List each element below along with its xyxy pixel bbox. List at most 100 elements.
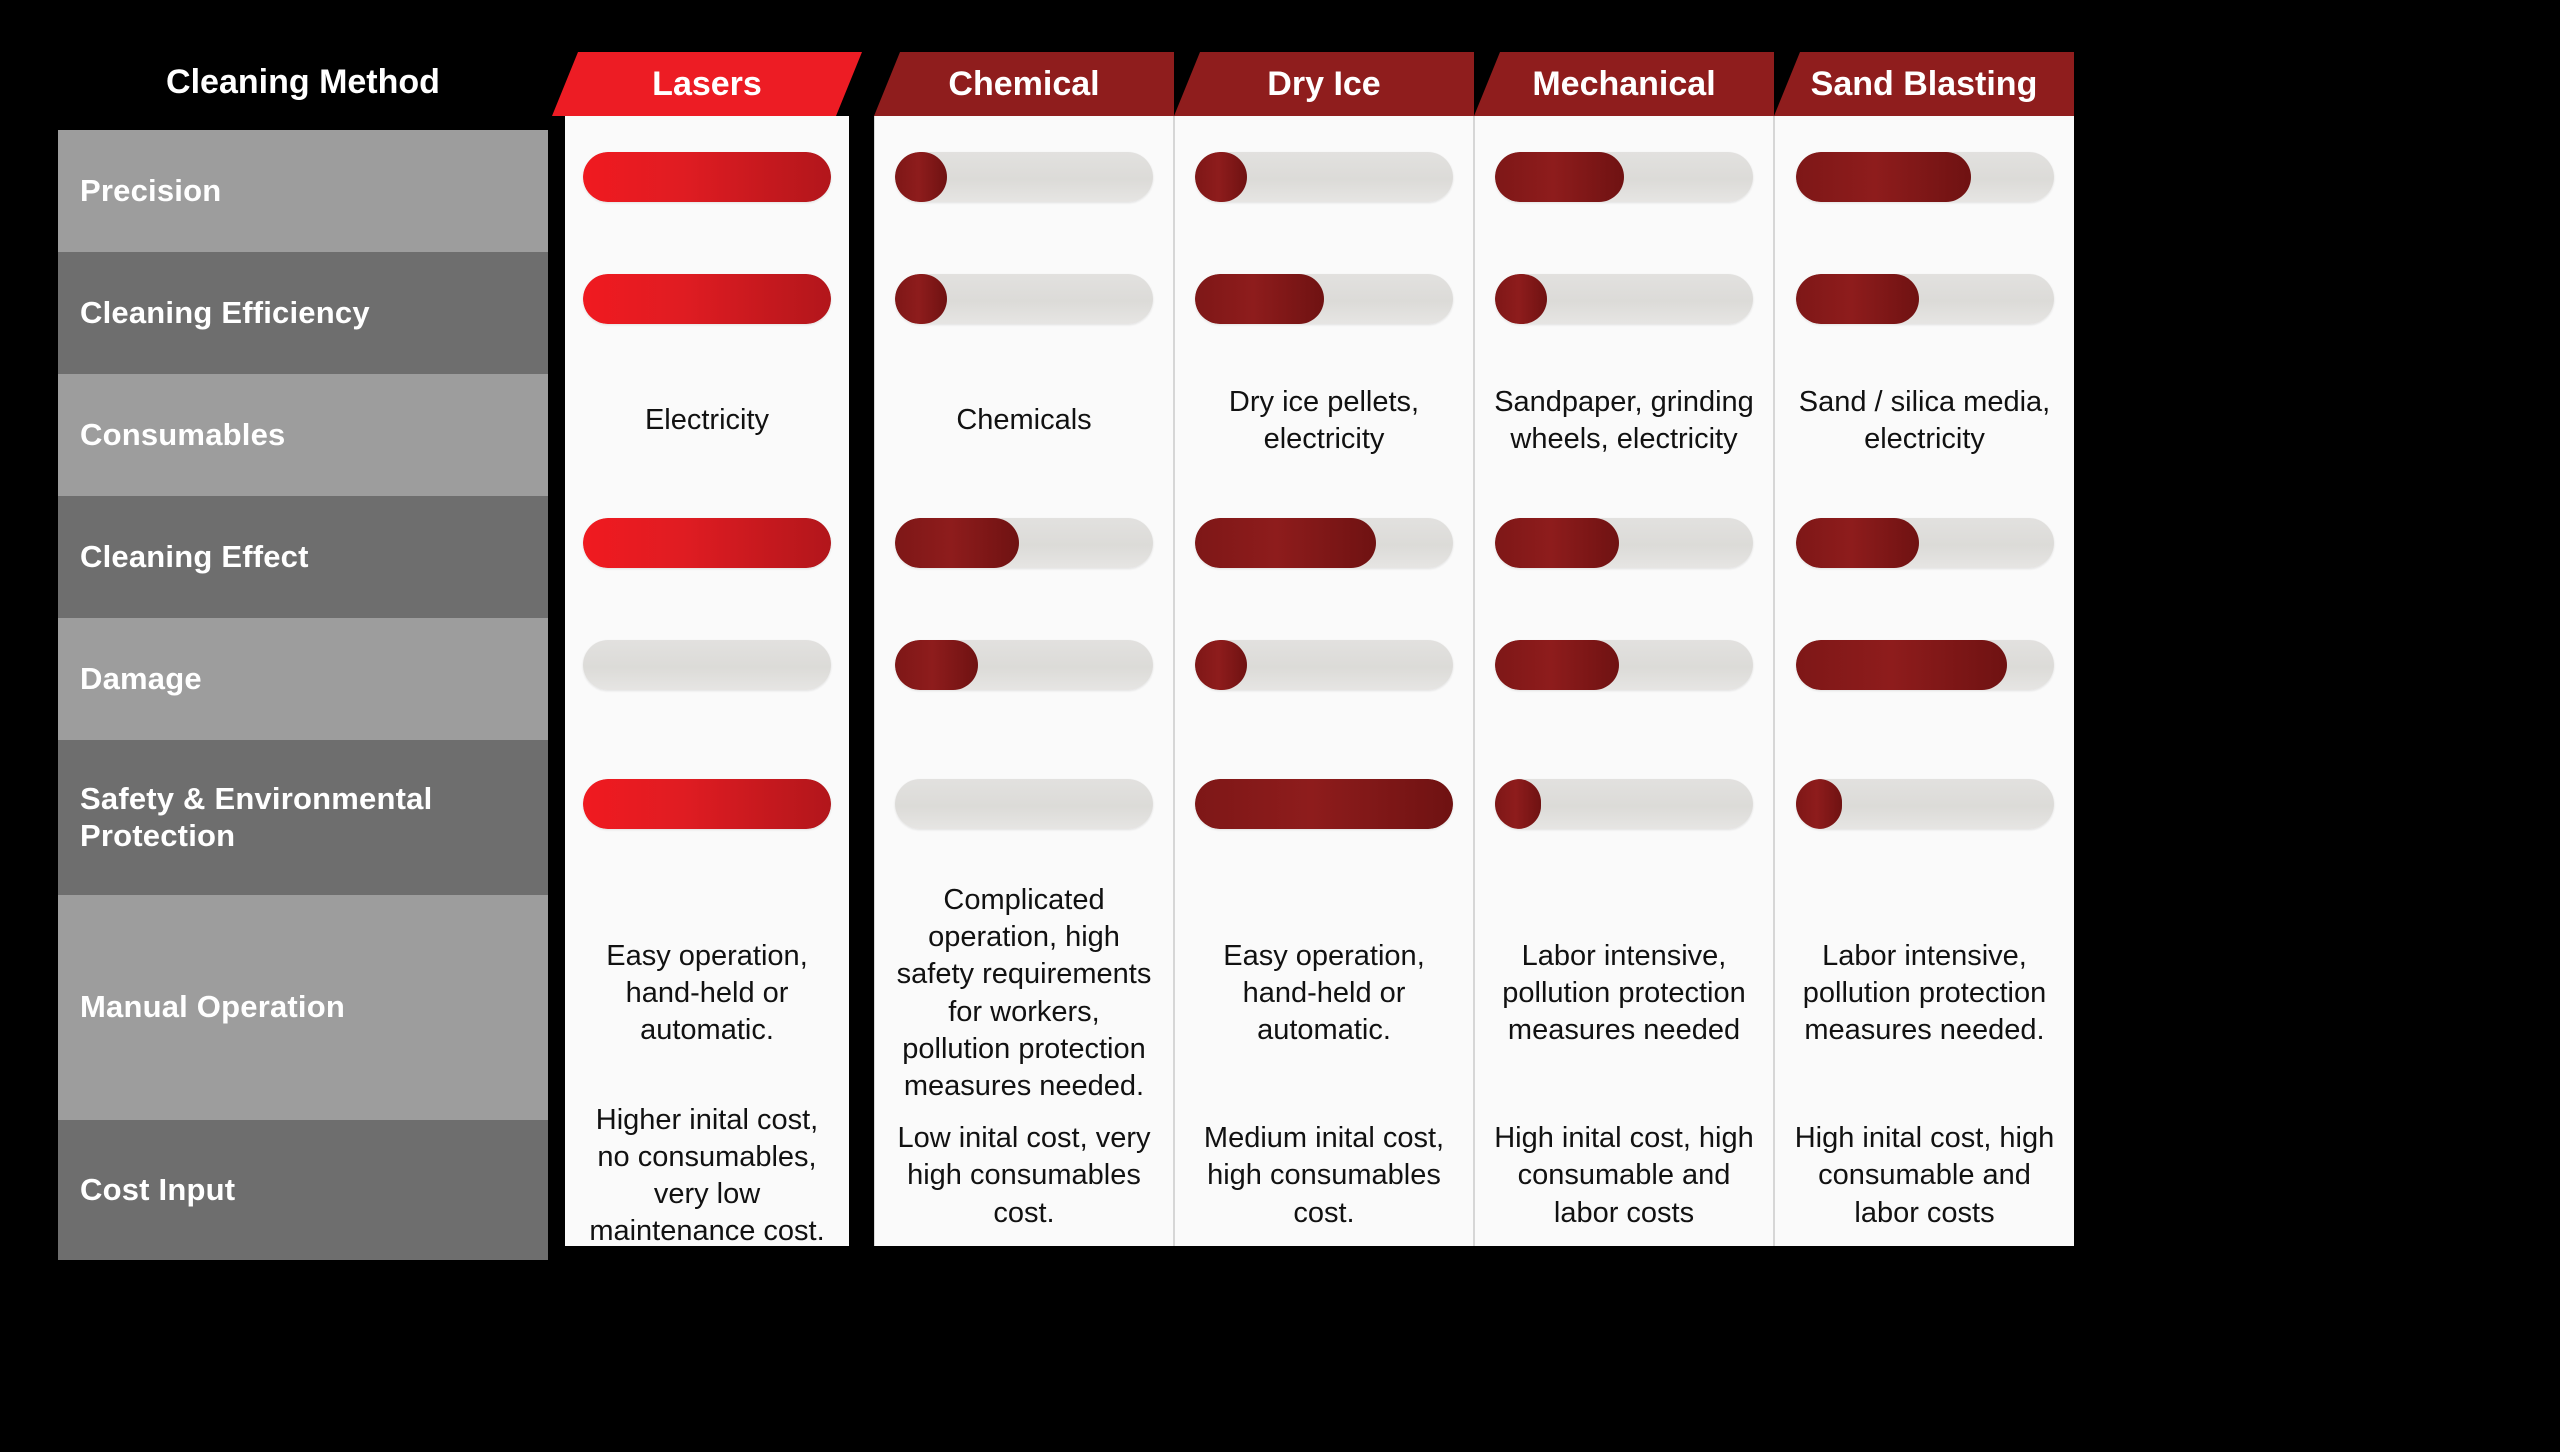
- rating-bar-fill: [583, 274, 831, 324]
- column-header-dry-ice[interactable]: Dry Ice: [1174, 52, 1474, 116]
- column-header-sand-blasting[interactable]: Sand Blasting: [1774, 52, 2074, 116]
- cell-damage-dry-ice: [1175, 604, 1473, 726]
- rating-bar-fill: [1495, 640, 1619, 690]
- cell-safety-environmental-protection-lasers: [565, 726, 849, 881]
- cell-cost-input-chemical: Low inital cost, very high consumables c…: [875, 1106, 1173, 1246]
- rating-bar: [583, 640, 831, 690]
- cell-manual-operation-dry-ice: Easy operation, hand-held or automatic.: [1175, 881, 1473, 1106]
- rating-bar-fill: [583, 152, 831, 202]
- rating-bar: [1495, 518, 1753, 568]
- cell-text: High inital cost, high consumable and la…: [1494, 1122, 1754, 1229]
- cell-consumables-lasers: Electricity: [565, 360, 849, 482]
- cell-text: Labor intensive, pollution protection me…: [1502, 939, 1746, 1047]
- rating-bar: [1195, 274, 1453, 324]
- cell-text: Electricity: [644, 404, 770, 437]
- cell-damage-mechanical: [1475, 604, 1773, 726]
- cell-cleaning-efficiency-chemical: [875, 238, 1173, 360]
- rating-bar-fill: [1195, 152, 1247, 202]
- rating-bar-fill: [895, 152, 947, 202]
- cell-cleaning-effect-dry-ice: [1175, 482, 1473, 604]
- cell-text: High inital cost, high consumable and la…: [1794, 1122, 2055, 1229]
- rating-bar-fill: [1795, 274, 1920, 324]
- rating-bar-fill: [583, 778, 831, 829]
- cell-consumables-dry-ice: Dry ice pellets, electricity: [1175, 360, 1473, 482]
- rating-bar-fill: [895, 518, 1019, 568]
- cell-manual-operation-lasers: Easy operation, hand-held or automatic.: [565, 881, 849, 1106]
- rating-bar-fill: [1795, 152, 1971, 202]
- column-body: Electricity Easy operation, hand-held or …: [565, 116, 849, 1247]
- rating-bar-fill: [1495, 152, 1624, 202]
- cell-cleaning-effect-chemical: [875, 482, 1173, 604]
- cell-manual-operation-sand-blasting: Labor intensive, pollution protection me…: [1775, 881, 2074, 1106]
- cell-cleaning-effect-sand-blasting: [1775, 482, 2074, 604]
- row-label-consumables: Consumables: [58, 374, 548, 496]
- cell-damage-sand-blasting: [1775, 604, 2074, 726]
- row-label-manual-operation: Manual Operation: [58, 895, 548, 1120]
- cell-precision-chemical: [875, 116, 1173, 238]
- rating-bar-fill: [1195, 778, 1453, 829]
- cell-cost-input-mechanical: High inital cost, high consumable and la…: [1475, 1106, 1773, 1246]
- column-chemical[interactable]: Chemical Chemicals Complicated operation, …: [874, 52, 1174, 1246]
- column-dry-ice[interactable]: Dry Ice Dry ice pellets, electricity Easy …: [1174, 52, 1474, 1246]
- cell-text: Low inital cost, very high consumables c…: [897, 1122, 1151, 1229]
- cell-manual-operation-chemical: Complicated operation, high safety requi…: [875, 881, 1173, 1106]
- rating-bar-fill: [1195, 518, 1376, 568]
- rating-bar: [1495, 640, 1753, 690]
- cell-text: Chemicals: [956, 404, 1092, 437]
- rating-bar: [895, 518, 1153, 568]
- cell-precision-dry-ice: [1175, 116, 1473, 238]
- cell-safety-environmental-protection-mechanical: [1475, 726, 1773, 881]
- column-header-chemical[interactable]: Chemical: [874, 52, 1174, 116]
- cell-text: Easy operation, hand-held or automatic.: [1223, 939, 1425, 1047]
- cell-safety-environmental-protection-sand-blasting: [1775, 726, 2074, 881]
- cell-precision-sand-blasting: [1775, 116, 2074, 238]
- cell-text: Easy operation, hand-held or automatic.: [606, 939, 808, 1047]
- rating-bar: [1795, 778, 2054, 829]
- comparison-table-root: Cleaning Method Precision Cleaning Effici…: [0, 0, 2560, 1452]
- rating-bar-fill: [895, 640, 978, 690]
- rating-bar: [895, 274, 1153, 324]
- column-body: Sandpaper, grinding wheels, electricity L…: [1474, 116, 1774, 1246]
- column-header-label: Lasers: [652, 64, 762, 103]
- rating-bar: [1795, 518, 2054, 568]
- cell-text: Complicated operation, high safety requi…: [896, 884, 1152, 1102]
- row-label-safety-environmental-protection: Safety & Environmental Protection: [58, 740, 548, 895]
- column-lasers[interactable]: Lasers Electricity Easy operation, hand-he…: [552, 52, 862, 1259]
- column-body: Dry ice pellets, electricity Easy operati…: [1174, 116, 1474, 1246]
- cell-cost-input-lasers: Higher inital cost, no consumables, very…: [565, 1104, 849, 1247]
- column-header-label: Dry Ice: [1267, 64, 1381, 103]
- cell-cost-input-sand-blasting: High inital cost, high consumable and la…: [1775, 1106, 2074, 1246]
- rating-bar: [1495, 778, 1753, 829]
- cell-text: Dry ice pellets, electricity: [1228, 385, 1420, 455]
- rating-bar: [895, 640, 1153, 690]
- rating-bar-fill: [1795, 640, 2008, 690]
- rating-bar-fill: [895, 274, 947, 324]
- method-columns: Lasers Electricity Easy operation, hand-he…: [552, 52, 2532, 1259]
- column-mechanical[interactable]: Mechanical Sandpaper, grinding wheels, el…: [1474, 52, 1774, 1246]
- rating-bar: [1795, 274, 2054, 324]
- column-header-label: Mechanical: [1532, 64, 1716, 103]
- cell-precision-lasers: [565, 116, 849, 238]
- rating-bar: [1195, 640, 1453, 690]
- rating-bar: [1195, 778, 1453, 829]
- column-header-lasers[interactable]: Lasers: [552, 52, 862, 116]
- column-header-mechanical[interactable]: Mechanical: [1474, 52, 1774, 116]
- cell-text: Labor intensive, pollution protection me…: [1802, 939, 2047, 1047]
- rating-bar: [583, 778, 831, 829]
- cell-consumables-sand-blasting: Sand / silica media, electricity: [1775, 360, 2074, 482]
- column-sand-blasting[interactable]: Sand Blasting Sand / silica media, electr…: [1774, 52, 2074, 1246]
- cell-cleaning-efficiency-sand-blasting: [1775, 238, 2074, 360]
- cell-cleaning-efficiency-lasers: [565, 238, 849, 360]
- cell-damage-lasers: [565, 604, 849, 726]
- column-body: Chemicals Complicated operation, high saf…: [874, 116, 1174, 1246]
- row-label-column: Precision Cleaning Efficiency Consumables C…: [58, 130, 548, 1260]
- column-header-label: Sand Blasting: [1810, 64, 2038, 103]
- row-label-cost-input: Cost Input: [58, 1120, 548, 1260]
- rating-bar: [1495, 274, 1753, 324]
- rating-bar: [895, 152, 1153, 202]
- rating-bar-fill: [583, 518, 831, 568]
- rating-bar: [1195, 152, 1453, 202]
- column-body: Sand / silica media, electricity Labor in…: [1774, 116, 2074, 1246]
- cell-manual-operation-mechanical: Labor intensive, pollution protection me…: [1475, 881, 1773, 1106]
- rating-bar: [1195, 518, 1453, 568]
